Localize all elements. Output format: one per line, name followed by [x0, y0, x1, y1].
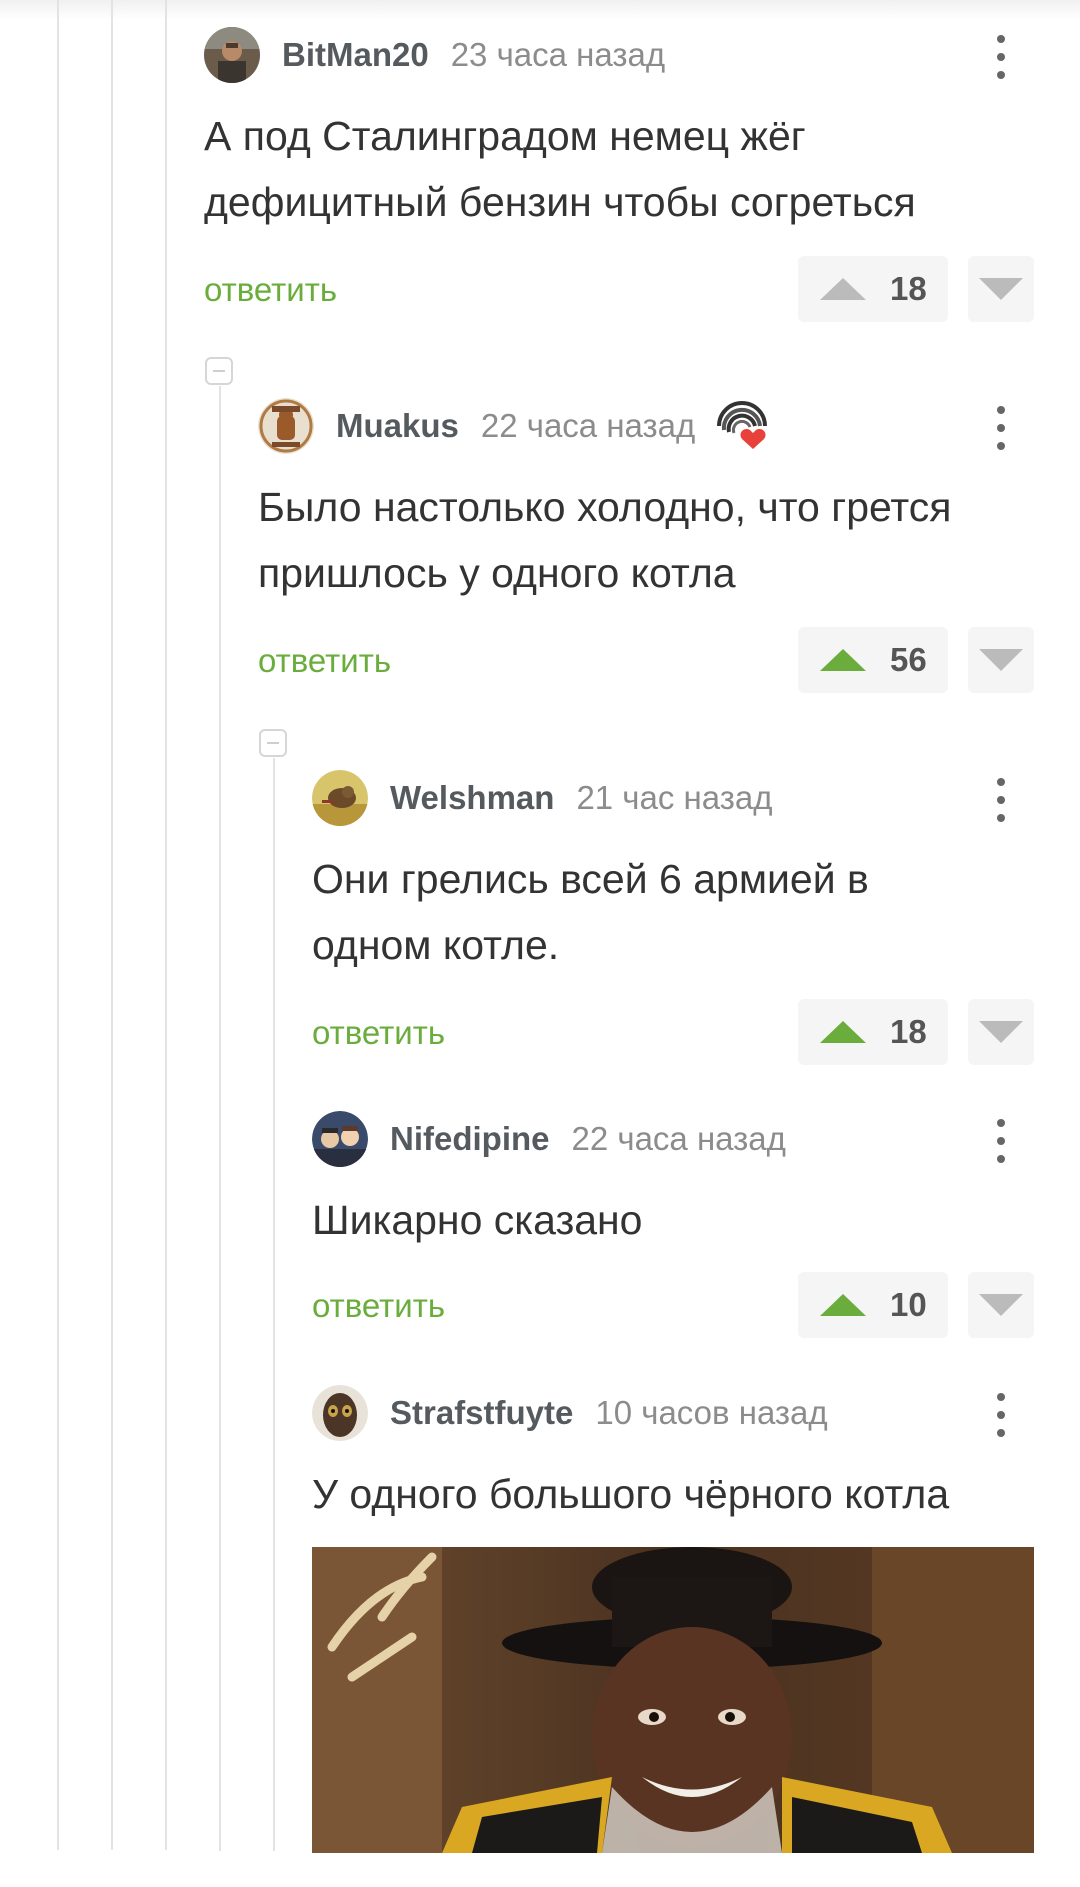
upvote-arrow-icon	[820, 278, 866, 300]
downvote-button[interactable]	[968, 1272, 1034, 1338]
kebab-menu-icon[interactable]	[996, 1119, 1006, 1163]
upvote-arrow-icon	[820, 649, 866, 671]
downvote-button[interactable]	[968, 627, 1034, 693]
comment-text: У одного большого чёрного котла	[312, 1471, 950, 1517]
thread-line-1	[57, 0, 59, 1850]
kebab-menu-icon[interactable]	[996, 778, 1006, 822]
thread-line-2	[111, 0, 113, 1850]
comment-text: Они грелись всей 6 армией в одном котле.	[312, 856, 869, 968]
heart-badge-icon[interactable]	[715, 399, 769, 453]
upvote-button[interactable]: 18	[798, 999, 948, 1065]
downvote-arrow-icon	[979, 1294, 1023, 1316]
comment-header: Strafstfuyte 10 часов назад	[312, 1385, 828, 1441]
kebab-menu-icon[interactable]	[996, 1393, 1006, 1437]
comment-time: 23 часа назад	[450, 36, 666, 73]
downvote-arrow-icon	[979, 278, 1023, 300]
upvote-arrow-icon	[820, 1294, 866, 1316]
vote-count: 18	[890, 270, 927, 307]
vote-count: 18	[890, 1013, 927, 1050]
downvote-button[interactable]	[968, 256, 1034, 322]
reply-link[interactable]: ответить	[312, 1014, 445, 1052]
author-name[interactable]: Nifedipine	[390, 1120, 550, 1158]
comment: Welshman 21 час назад Они грелись всей 6…	[312, 770, 1034, 1070]
comment: Strafstfuyte 10 часов назад У одного бол…	[312, 1385, 1034, 1853]
comment-text: А под Сталинградом немец жёг дефицитный …	[204, 113, 916, 225]
user-avatar-icon[interactable]	[312, 1385, 368, 1441]
comment-header: Nifedipine 22 часа назад	[312, 1111, 786, 1167]
user-avatar-icon[interactable]	[204, 27, 260, 83]
vote-count: 56	[890, 641, 927, 678]
comment-text: Шикарно сказано	[312, 1197, 643, 1243]
kebab-menu-icon[interactable]	[996, 406, 1006, 450]
comment-header: Welshman 21 час назад	[312, 770, 772, 826]
top-shadow	[0, 0, 1080, 20]
reply-link[interactable]: ответить	[258, 642, 391, 680]
vote-count: 10	[890, 1286, 927, 1323]
thread-line-3	[165, 0, 167, 1850]
user-avatar-icon[interactable]	[312, 770, 368, 826]
thread-line-4[interactable]	[219, 386, 221, 1851]
reply-link[interactable]: ответить	[204, 271, 337, 309]
comment-time: 10 часов назад	[595, 1394, 828, 1431]
upvote-button[interactable]: 10	[798, 1272, 948, 1338]
comment-time: 22 часа назад	[480, 407, 696, 444]
user-avatar-icon[interactable]	[312, 1111, 368, 1167]
comment-header: Muakus 22 часа назад	[258, 398, 769, 454]
comment: BitMan20 23 часа назад А под Сталинградо…	[204, 27, 1034, 327]
comment-header: BitMan20 23 часа назад	[204, 27, 665, 83]
downvote-arrow-icon	[979, 649, 1023, 671]
comment-time: 22 часа назад	[571, 1120, 786, 1157]
author-name[interactable]: Strafstfuyte	[390, 1394, 573, 1432]
comment-time: 21 час назад	[576, 779, 773, 816]
comment: Muakus 22 часа назад Было настолько холо…	[258, 398, 1034, 698]
downvote-arrow-icon	[979, 1021, 1023, 1043]
author-name[interactable]: Welshman	[390, 779, 554, 817]
upvote-arrow-icon	[820, 1021, 866, 1043]
downvote-button[interactable]	[968, 999, 1034, 1065]
reply-link[interactable]: ответить	[312, 1287, 445, 1325]
author-name[interactable]: BitMan20	[282, 36, 429, 74]
collapse-thread-button[interactable]	[259, 729, 287, 757]
thread-line-5[interactable]	[273, 758, 275, 1851]
comment: Nifedipine 22 часа назад Шикарно сказано…	[312, 1111, 1034, 1351]
author-name[interactable]: Muakus	[336, 407, 459, 445]
upvote-button[interactable]: 56	[798, 627, 948, 693]
user-avatar-icon[interactable]	[258, 398, 314, 454]
bottom-edge	[0, 1853, 1080, 1887]
upvote-button[interactable]: 18	[798, 256, 948, 322]
photo-attachment[interactable]	[312, 1547, 1034, 1853]
kebab-menu-icon[interactable]	[996, 35, 1006, 79]
collapse-thread-button[interactable]	[205, 357, 233, 385]
comment-text: Было настолько холодно, что грется пришл…	[258, 484, 952, 596]
